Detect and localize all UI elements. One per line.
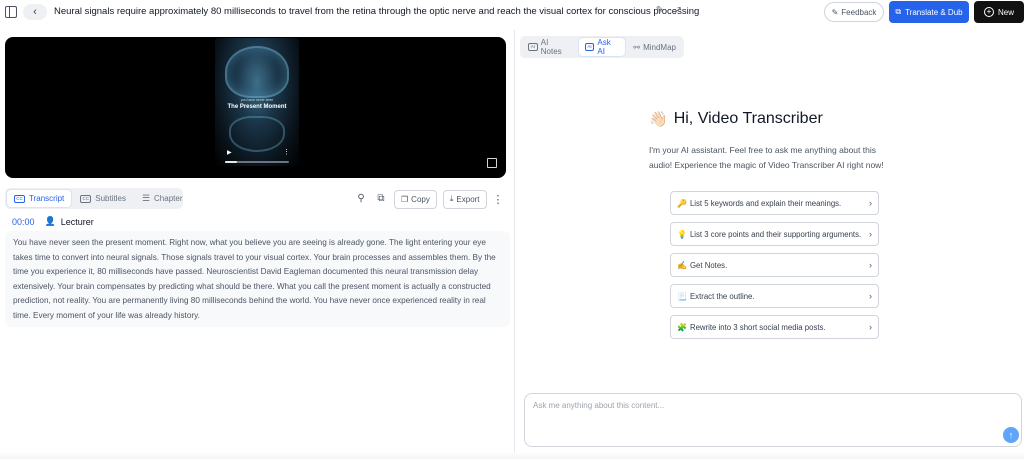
tab-transcript[interactable]: CC Transcript — [7, 190, 72, 207]
suggestion-keywords[interactable]: 🔑 List 5 keywords and explain their mean… — [670, 191, 879, 215]
video-player[interactable]: you have never seen The Present Moment ▶… — [5, 37, 506, 178]
search-icon[interactable]: ⚲ — [354, 192, 368, 206]
suggestion-label: Get Notes. — [689, 260, 728, 270]
suggestion-social-posts[interactable]: 🧩 Rewrite into 3 short social media post… — [670, 315, 879, 339]
translate-icon: ⧉ — [895, 7, 902, 16]
person-icon: 👤 — [44, 216, 56, 226]
chevron-right-icon: › — [869, 229, 872, 239]
translate-dub-button[interactable]: ⧉ Translate & Dub — [889, 1, 969, 23]
assistant-greeting: 👋🏻 Hi, Video Transcriber — [649, 110, 823, 128]
transcript-toolbar: ⚲ ⧉ ❐ Copy ⤓ Export ⋮ — [354, 189, 504, 209]
ai-notes-icon: AI — [528, 43, 538, 51]
new-button[interactable]: + New — [974, 1, 1024, 23]
brain-graphic-lower — [229, 116, 285, 152]
back-button[interactable]: ‹ — [23, 4, 47, 20]
assistant-intro: I'm your AI assistant. Feel free to ask … — [649, 145, 884, 170]
puzzle-icon: 🧩 — [677, 322, 687, 332]
left-pane: you have never seen The Present Moment ▶… — [0, 30, 514, 459]
copy-label: Copy — [411, 194, 430, 204]
tab-ask-ai[interactable]: AI Ask AI — [578, 38, 626, 56]
tab-chapter[interactable]: ☰ Chapter — [135, 190, 190, 207]
suggestion-list: 🔑 List 5 keywords and explain their mean… — [670, 191, 879, 346]
subtitles-icon: CC — [80, 194, 92, 203]
suggestion-label: List 3 core points and their supporting … — [689, 229, 862, 239]
tab-ask-ai-label: Ask AI — [597, 38, 611, 56]
bottom-edge — [0, 452, 1024, 459]
edit-icon[interactable]: ✎ — [654, 5, 666, 17]
page-title: Neural signals require approximately 80 … — [54, 6, 700, 17]
tab-transcript-label: Transcript — [29, 194, 65, 203]
suggestion-label: Rewrite into 3 short social media posts. — [689, 322, 826, 332]
segment-timestamp[interactable]: 00:00 — [12, 217, 35, 227]
speaker-label[interactable]: 👤 Lecturer — [45, 216, 94, 227]
greeting-text: Hi, Video Transcriber — [673, 110, 823, 127]
tab-chapter-label: Chapter — [154, 194, 183, 203]
list-icon: ☰ — [141, 193, 151, 203]
copy-icon: ❐ — [401, 194, 409, 204]
video-progress-fill — [225, 161, 237, 163]
thumbnail-caption: you have never seen — [240, 98, 274, 102]
key-icon: 🔑 — [677, 198, 687, 208]
feedback-label: Feedback — [841, 7, 877, 17]
lightbulb-icon: 💡 — [677, 229, 687, 239]
right-pane: AI AI Notes AI Ask AI ⚯ MindMap 👋🏻 Hi, V… — [515, 30, 1024, 459]
chevron-right-icon: › — [869, 260, 872, 270]
translate-text-icon[interactable]: ⧉ — [374, 192, 388, 206]
plus-icon: + — [983, 7, 994, 17]
thumbnail-title: The Present Moment — [227, 104, 287, 110]
sidebar-toggle-icon[interactable] — [5, 6, 17, 18]
cc-icon: CC — [14, 194, 25, 203]
external-link-icon[interactable]: ↗ — [672, 5, 684, 17]
suggestion-outline[interactable]: 📃 Extract the outline. › — [670, 284, 879, 308]
fullscreen-icon[interactable] — [487, 158, 497, 168]
chevron-right-icon: › — [869, 291, 872, 301]
suggestion-label: List 5 keywords and explain their meanin… — [689, 198, 842, 208]
speaker-name: Lecturer — [60, 216, 94, 227]
download-icon: ⤓ — [449, 194, 454, 203]
document-icon: 📃 — [677, 291, 687, 301]
wave-icon: 👋🏻 — [649, 111, 668, 128]
translate-label: Translate & Dub — [905, 7, 963, 17]
brain-graphic — [225, 46, 289, 98]
export-label: Export — [456, 194, 480, 204]
mindmap-icon: ⚯ — [633, 42, 641, 52]
writing-hand-icon: ✍️ — [677, 260, 687, 270]
top-bar: ‹ Neural signals require approximately 8… — [0, 0, 1024, 26]
tab-subtitles[interactable]: CC Subtitles — [73, 190, 133, 207]
chat-input-box: ↑ — [524, 393, 1022, 447]
more-vertical-icon[interactable]: ⋮ — [493, 193, 504, 206]
export-button[interactable]: ⤓ Export — [442, 189, 487, 209]
copy-button[interactable]: ❐ Copy — [394, 189, 437, 209]
chat-input[interactable] — [533, 398, 983, 412]
play-icon[interactable]: ▶ — [227, 149, 232, 156]
tab-ai-notes[interactable]: AI AI Notes — [522, 38, 577, 56]
chevron-right-icon: › — [869, 322, 872, 332]
transcript-segment-header: 00:00 👤 Lecturer — [12, 216, 94, 227]
suggestion-core-points[interactable]: 💡 List 3 core points and their supportin… — [670, 222, 879, 246]
tab-ai-notes-label: AI Notes — [540, 38, 562, 56]
transcript-tabs: CC Transcript CC Subtitles ☰ Chapter — [5, 188, 183, 209]
send-button[interactable]: ↑ — [1003, 427, 1019, 443]
new-label: New — [997, 7, 1014, 17]
transcript-text: You have never seen the present moment. … — [5, 231, 510, 327]
ask-ai-icon: AI — [584, 43, 595, 51]
tab-mindmap[interactable]: ⚯ MindMap — [627, 38, 682, 56]
suggestion-label: Extract the outline. — [689, 291, 755, 301]
video-thumbnail: you have never seen The Present Moment ▶… — [215, 38, 299, 166]
suggestion-get-notes[interactable]: ✍️ Get Notes. › — [670, 253, 879, 277]
more-vertical-icon[interactable]: ⋮ — [283, 148, 290, 156]
tab-subtitles-label: Subtitles — [95, 194, 126, 203]
ai-tabs: AI AI Notes AI Ask AI ⚯ MindMap — [520, 36, 684, 58]
video-progress-bar[interactable] — [225, 161, 289, 163]
tab-mindmap-label: MindMap — [643, 42, 676, 52]
feedback-icon: ✎ — [831, 7, 839, 17]
chevron-right-icon: › — [869, 198, 872, 208]
feedback-button[interactable]: ✎ Feedback — [824, 2, 884, 22]
